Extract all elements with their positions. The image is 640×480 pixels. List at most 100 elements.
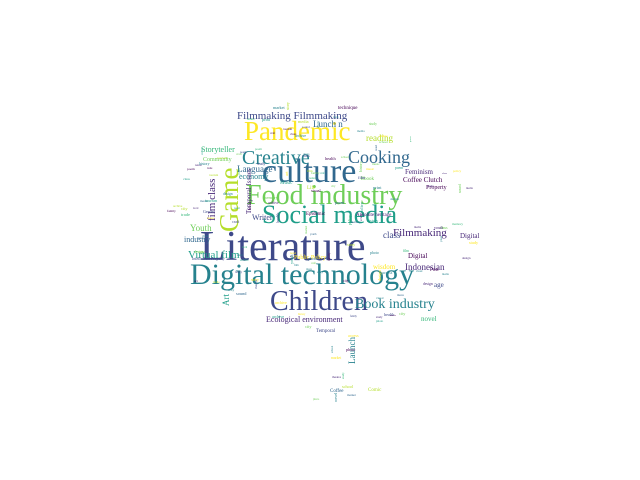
cloud-filler-word: health xyxy=(325,156,336,161)
cloud-filler-word: read xyxy=(374,144,378,151)
cloud-filler-word: class xyxy=(183,177,190,181)
cloud-word: Writer xyxy=(252,213,273,222)
cloud-filler-word: photo xyxy=(306,268,313,271)
cloud-filler-word: local xyxy=(247,201,252,210)
cloud-filler-word: city xyxy=(331,184,336,188)
cloud-filler-word: policy xyxy=(453,169,462,173)
cloud-filler-word: trade xyxy=(333,115,339,119)
cloud-filler-word: memory xyxy=(263,195,278,200)
cloud-filler-word: visual xyxy=(416,270,423,273)
cloud-filler-word: film xyxy=(307,169,313,173)
cloud-word: Gender xyxy=(203,209,215,214)
cloud-filler-word: music xyxy=(372,162,380,166)
cloud-filler-word: voice xyxy=(200,148,204,155)
cloud-filler-word: school xyxy=(331,345,334,353)
cloud-filler-word: youth xyxy=(434,225,444,230)
cloud-filler-word: history xyxy=(336,248,340,257)
cloud-filler-word: market xyxy=(273,105,285,110)
cloud-filler-word: tourism xyxy=(205,198,218,203)
cloud-filler-word: archive xyxy=(275,300,287,305)
cloud-filler-word: study xyxy=(369,122,377,126)
cloud-filler-word: sound xyxy=(236,291,247,296)
cloud-filler-word: youth xyxy=(310,233,317,236)
cloud-filler-word: story xyxy=(228,288,235,292)
cloud-filler-word: read xyxy=(234,206,240,210)
cloud-filler-word: sound xyxy=(302,125,310,129)
cloud-filler-word: craft xyxy=(311,262,316,265)
cloud-filler-word: tourism xyxy=(209,173,219,177)
cloud-filler-word: poem xyxy=(240,150,247,154)
cloud-filler-word: family xyxy=(167,209,176,213)
cloud-filler-word: history xyxy=(199,162,210,166)
cloud-filler-word: history xyxy=(197,237,205,240)
cloud-filler-word: design xyxy=(194,250,204,254)
cloud-filler-word: music xyxy=(390,314,396,317)
cloud-filler-word: local xyxy=(193,207,199,210)
cloud-filler-word: poem xyxy=(335,200,344,205)
cloud-filler-word: poem xyxy=(187,167,195,171)
cloud-filler-word: family xyxy=(350,315,357,318)
cloud-filler-word: craft xyxy=(320,171,326,175)
cloud-filler-word: city xyxy=(399,311,406,316)
cloud-filler-word: trade xyxy=(207,167,213,170)
cloud-filler-word: tourism xyxy=(217,156,228,160)
cloud-filler-word: music xyxy=(237,254,244,257)
cloud-filler-word: youth xyxy=(237,168,241,175)
cloud-filler-word: photo xyxy=(346,347,356,352)
cloud-filler-word: trade xyxy=(181,212,190,217)
cloud-word: Feminism xyxy=(405,168,434,176)
cloud-filler-word: visual xyxy=(311,188,321,193)
cloud-filler-word: family xyxy=(327,252,331,261)
cloud-filler-word: tourism xyxy=(283,127,293,131)
cloud-filler-word: school xyxy=(342,384,354,389)
cloud-word: Temporal xyxy=(316,329,336,334)
cloud-word: Book industry xyxy=(355,297,435,312)
cloud-word: Digital xyxy=(408,252,428,260)
cloud-word: Epidemic xyxy=(306,212,326,217)
cloud-filler-word: study xyxy=(257,162,266,166)
cloud-filler-word: nature xyxy=(247,117,255,121)
cloud-filler-word: story xyxy=(285,102,290,110)
cloud-filler-word: film xyxy=(403,249,409,253)
cloud-filler-word: archive xyxy=(268,201,279,205)
cloud-filler-word: study xyxy=(469,240,479,245)
cloud-filler-word: market xyxy=(331,356,342,360)
cloud-filler-word: study xyxy=(427,184,434,188)
cloud-word: age xyxy=(434,281,444,289)
cloud-word: technique xyxy=(338,106,358,111)
cloud-word: Youth xyxy=(190,223,212,233)
cloud-filler-word: class xyxy=(442,172,447,175)
cloud-word: Comic xyxy=(368,388,382,393)
cloud-filler-word: school xyxy=(341,155,350,159)
cloud-filler-word: archive xyxy=(272,314,285,319)
cloud-filler-word: print xyxy=(262,117,270,122)
cloud-filler-word: design xyxy=(223,192,233,196)
cloud-filler-word: archive xyxy=(173,204,183,208)
cloud-filler-word: archive xyxy=(295,134,307,138)
cloud-word: Digital xyxy=(460,232,480,240)
cloud-word: Storyteller xyxy=(201,145,235,154)
cloud-filler-word: print xyxy=(373,185,382,190)
cloud-word: Music xyxy=(280,181,293,186)
word-cloud: Literature Digital technology Food industr… xyxy=(0,0,640,480)
cloud-filler-word: photo xyxy=(313,398,320,401)
cloud-filler-word: media xyxy=(466,186,473,190)
cloud-filler-word: family xyxy=(235,271,243,274)
cloud-word: economy xyxy=(239,172,269,181)
cloud-filler-word: film xyxy=(358,175,366,180)
cloud-filler-word: market xyxy=(304,225,308,234)
cloud-filler-word: story xyxy=(317,270,323,274)
cloud-filler-word: study xyxy=(341,372,345,379)
cloud-word: Post xyxy=(430,268,439,273)
cloud-filler-word: novel xyxy=(333,392,338,402)
cloud-filler-word: theatre xyxy=(254,279,258,289)
cloud-filler-word: media xyxy=(357,129,365,133)
cloud-filler-word: youth xyxy=(440,235,443,242)
cloud-filler-word: photo xyxy=(370,251,379,255)
cloud-filler-word: local xyxy=(242,246,248,249)
cloud-filler-word: art xyxy=(284,171,289,176)
cloud-filler-word: local xyxy=(252,248,259,252)
cloud-filler-word: theatre xyxy=(397,294,404,297)
cloud-filler-word: history xyxy=(298,313,306,316)
cloud-filler-word: media xyxy=(213,281,220,284)
